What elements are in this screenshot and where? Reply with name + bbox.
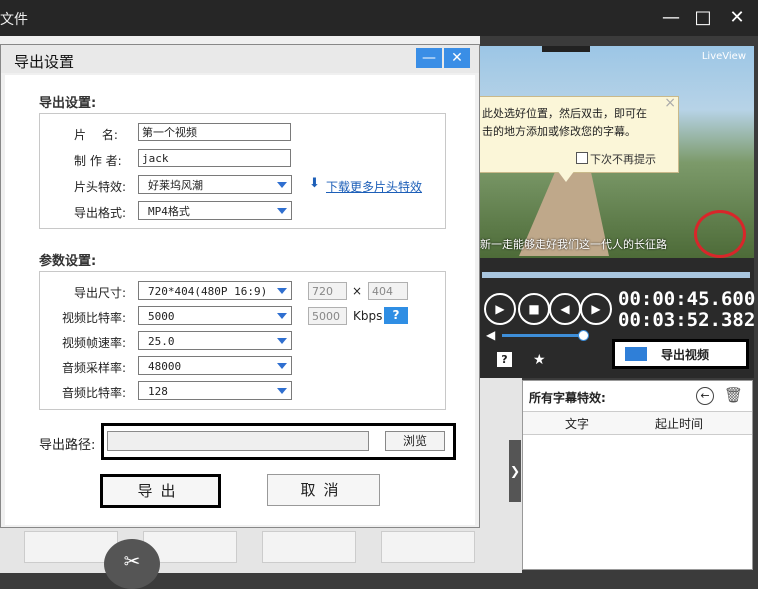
fps-value: 25.0 xyxy=(148,335,175,348)
fps-label: 视频帧速率: xyxy=(62,336,127,350)
dialog-minimize-icon[interactable]: — xyxy=(416,48,442,68)
export-settings-label: 导出设置: xyxy=(39,96,97,111)
export-path-input[interactable] xyxy=(107,431,369,451)
intro-effect-select[interactable]: 好莱坞风潮 xyxy=(138,175,292,194)
scissors-icon[interactable]: ✂ xyxy=(104,539,160,589)
export-path-label: 导出路径: xyxy=(39,438,96,453)
size-select[interactable]: 720*404(480P 16:9) xyxy=(138,281,292,300)
height-field: 404 xyxy=(368,282,408,300)
width-field: 720 xyxy=(308,282,347,300)
size-label: 导出尺寸: xyxy=(74,286,127,300)
column-text[interactable]: 文字 xyxy=(565,415,589,432)
chevron-down-icon[interactable] xyxy=(277,338,287,344)
video-subtitle: 新一走能够走好我们这一代人的长征路 xyxy=(480,238,667,251)
audio-bitrate-label: 音频比特率: xyxy=(62,386,127,400)
app-title: 文件 xyxy=(0,12,28,28)
app-titlebar: 文件 — □ ✕ xyxy=(0,0,758,36)
volume-knob[interactable] xyxy=(578,330,589,341)
tip-close-icon[interactable]: × xyxy=(664,95,676,111)
dont-show-again-checkbox[interactable]: 下次不再提示 xyxy=(576,151,656,167)
author-label: 制 作 者: xyxy=(74,154,122,168)
dialog-close-icon[interactable]: ✕ xyxy=(444,48,470,68)
minimize-icon[interactable]: — xyxy=(658,6,684,30)
maximize-icon[interactable]: □ xyxy=(690,6,716,30)
liveview-badge: LiveView xyxy=(701,51,746,62)
next-frame-icon[interactable]: ▶ xyxy=(580,293,612,325)
channel-logo xyxy=(694,210,746,258)
trash-icon[interactable]: 🗑 xyxy=(724,386,743,404)
tip-text-line2: 击的地方添加或修改您的字幕。 xyxy=(482,125,636,138)
download-more-link[interactable]: 下载更多片头特效 xyxy=(326,178,422,195)
times-sign: × xyxy=(352,284,363,298)
audio-samplerate-select[interactable]: 48000 xyxy=(138,356,292,375)
timeline-clip[interactable] xyxy=(262,531,356,563)
video-bitrate-select[interactable]: 5000 xyxy=(138,306,292,325)
dont-show-again-label: 下次不再提示 xyxy=(590,153,656,166)
play-icon[interactable]: ▶ xyxy=(484,293,516,325)
intro-effect-value: 好莱坞风潮 xyxy=(148,179,203,192)
audio-samplerate-value: 48000 xyxy=(148,360,182,373)
video-bitrate-value: 5000 xyxy=(148,310,175,323)
bitrate-help-icon[interactable]: ? xyxy=(384,307,408,324)
chevron-down-icon[interactable] xyxy=(277,208,287,214)
column-time[interactable]: 起止时间 xyxy=(655,415,703,432)
total-time: 00:03:52.382 xyxy=(618,309,756,331)
subtitle-tip: 此处选好位置，然后双击，即可在 击的地方添加或修改您的字幕。 下次不再提示 × xyxy=(479,95,679,173)
chevron-down-icon[interactable] xyxy=(277,182,287,188)
format-select[interactable]: MP4格式 xyxy=(138,201,292,220)
expand-arrow-icon[interactable]: ❯ xyxy=(509,440,521,502)
kbps-unit: Kbps xyxy=(353,309,383,323)
export-video-label: 导出视频 xyxy=(661,348,710,362)
progress-bar[interactable] xyxy=(482,272,750,278)
chevron-down-icon[interactable] xyxy=(277,363,287,369)
name-input[interactable]: 第一个视频 xyxy=(138,123,291,141)
close-icon[interactable]: ✕ xyxy=(724,6,750,30)
video-bitrate-label: 视频比特率: xyxy=(62,311,127,325)
dialog-titlebar: 导出设置 — ✕ xyxy=(1,45,479,73)
intro-effect-label: 片头特效: xyxy=(74,180,127,194)
checkbox-icon[interactable] xyxy=(576,152,588,164)
size-value: 720*404(480P 16:9) xyxy=(148,285,268,298)
download-icon[interactable]: ⬇ xyxy=(309,176,320,191)
chevron-down-icon[interactable] xyxy=(277,313,287,319)
fps-select[interactable]: 25.0 xyxy=(138,331,292,350)
export-video-button[interactable]: 导出视频 xyxy=(612,339,749,369)
stop-icon[interactable]: ■ xyxy=(518,293,550,325)
export-arrow-icon xyxy=(625,347,647,361)
share-icon[interactable]: ★ xyxy=(533,352,546,368)
subtitle-table-header: 文字 起止时间 xyxy=(523,411,752,435)
subtitle-effects-panel: 所有字幕特效: ← 🗑 文字 起止时间 xyxy=(522,380,753,570)
audio-bitrate-value: 128 xyxy=(148,385,168,398)
timeline-clip[interactable] xyxy=(381,531,475,563)
audio-bitrate-select[interactable]: 128 xyxy=(138,381,292,400)
tip-tail xyxy=(557,170,575,182)
format-label: 导出格式: xyxy=(74,206,127,220)
prev-frame-icon[interactable]: ◀ xyxy=(549,293,581,325)
export-button[interactable]: 导出 xyxy=(100,474,221,508)
back-icon[interactable]: ← xyxy=(696,387,714,405)
author-input[interactable]: jack xyxy=(138,149,291,167)
name-label: 片 名: xyxy=(74,128,118,142)
current-time: 00:00:45.600 xyxy=(618,288,756,310)
preview-topbar xyxy=(542,46,590,52)
chevron-down-icon[interactable] xyxy=(277,288,287,294)
dialog-title: 导出设置 xyxy=(14,53,75,71)
chevron-down-icon[interactable] xyxy=(277,388,287,394)
params-label: 参数设置: xyxy=(39,254,97,269)
video-bitrate-field: 5000 xyxy=(308,307,347,325)
help-icon[interactable]: ? xyxy=(497,352,512,367)
subtitle-panel-title: 所有字幕特效: xyxy=(529,391,606,405)
format-value: MP4格式 xyxy=(148,205,190,218)
audio-samplerate-label: 音频采样率: xyxy=(62,361,127,375)
volume-icon[interactable]: ◀ xyxy=(486,328,495,342)
tip-text-line1: 此处选好位置，然后双击，即可在 xyxy=(482,107,647,120)
browse-button[interactable]: 浏览 xyxy=(385,431,445,451)
volume-slider[interactable] xyxy=(502,334,582,337)
cancel-button[interactable]: 取消 xyxy=(267,474,380,506)
